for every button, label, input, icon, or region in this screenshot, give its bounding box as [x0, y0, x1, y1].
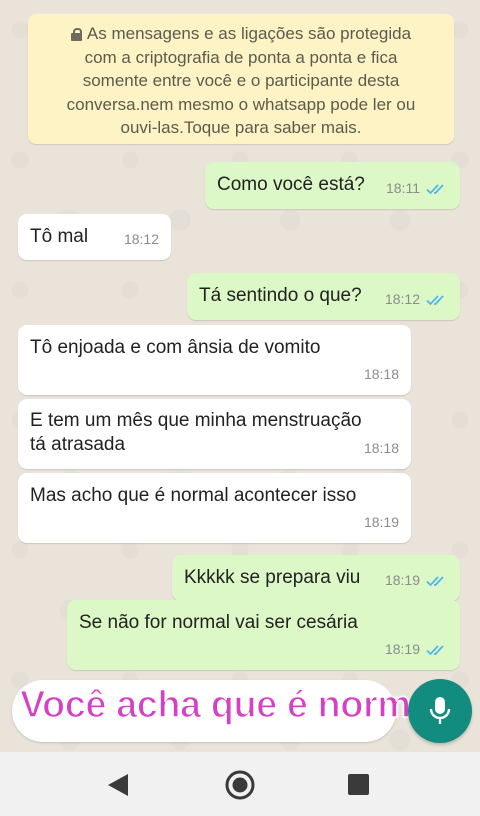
- message-meta: 18:12: [124, 227, 159, 252]
- message-bubble-outgoing[interactable]: Tá sentindo o que? 18:12: [187, 273, 460, 320]
- message-text-line: E tem um mês que minha menstruação: [30, 410, 362, 431]
- encryption-notice-line: com a criptografia de ponta a ponta e fi…: [84, 47, 398, 67]
- message-meta: 18:18: [364, 436, 399, 461]
- message-time: 18:18: [363, 366, 399, 382]
- double-check-icon: [426, 575, 448, 587]
- message-meta: 18:19: [364, 510, 399, 535]
- message-bubble-incoming[interactable]: E tem um mês que minha menstruação tá atr…: [18, 399, 411, 469]
- message-time: 18:19: [363, 514, 399, 530]
- message-time: 18:12: [123, 231, 159, 247]
- message-text: Tô mal: [30, 226, 89, 247]
- encryption-notice-line: somente entre você e o participante dest…: [82, 71, 400, 90]
- square-recent-icon[interactable]: [348, 774, 369, 795]
- circle-home-icon[interactable]: [224, 769, 256, 801]
- message-bubble-incoming[interactable]: Tô mal 18:12: [18, 214, 171, 260]
- message-bubble-outgoing[interactable]: Como você está? 18:11: [205, 162, 460, 209]
- double-check-icon: [426, 294, 448, 306]
- message-meta: 18:11: [386, 176, 448, 201]
- message-text: Tô enjoada e com ânsia de vomito: [30, 337, 321, 358]
- system-navigation-bar: [0, 752, 480, 816]
- message-text: Tá sentindo o que?: [199, 285, 362, 306]
- encryption-notice[interactable]: As mensagens e as ligações são protegida…: [28, 14, 454, 144]
- caption-overlay: Você acha que é normal?: [19, 683, 465, 727]
- message-time: 18:19: [384, 641, 420, 657]
- message-bubble-incoming[interactable]: Mas acho que é normal acontecer isso 18:…: [18, 473, 411, 543]
- message-bubble-outgoing[interactable]: Se não for normal vai ser cesária 18:19: [67, 600, 460, 670]
- message-time: 18:18: [363, 440, 399, 456]
- message-time: 18:11: [386, 180, 420, 196]
- message-text: Mas acho que é normal acontecer isso: [30, 485, 357, 506]
- lock-icon: [70, 28, 82, 41]
- double-check-icon: [426, 644, 448, 656]
- message-meta: 18:19: [385, 568, 448, 593]
- message-time: 18:19: [384, 572, 420, 588]
- triangle-back-icon[interactable]: [106, 772, 130, 798]
- encryption-notice-line: As mensagens e as ligações são protegida: [28, 22, 454, 46]
- double-check-icon: [426, 183, 448, 195]
- message-text: Se não for normal vai ser cesária: [79, 612, 358, 633]
- mic-button[interactable]: [408, 679, 472, 743]
- encryption-notice-line: ouvi-las.Toque para saber mais.: [120, 118, 362, 137]
- message-time: 18:12: [384, 291, 420, 307]
- message-text-line: tá atrasada: [30, 434, 126, 455]
- message-bubble-incoming[interactable]: Tô enjoada e com ânsia de vomito 18:18: [18, 325, 411, 395]
- message-meta: 18:18: [364, 362, 399, 387]
- encryption-notice-line: conversa.nem mesmo o whatsapp pode ler o…: [66, 94, 416, 114]
- message-text: Como você está?: [217, 174, 365, 195]
- message-bubble-outgoing[interactable]: Kkkkk se prepara viu 18:19: [172, 555, 460, 601]
- message-text: Kkkkk se prepara viu: [184, 567, 361, 588]
- mic-icon: [429, 697, 451, 724]
- message-meta: 18:19: [385, 637, 448, 662]
- message-text: E tem um mês que minha menstruação tá atr…: [30, 409, 362, 457]
- message-meta: 18:12: [385, 287, 448, 312]
